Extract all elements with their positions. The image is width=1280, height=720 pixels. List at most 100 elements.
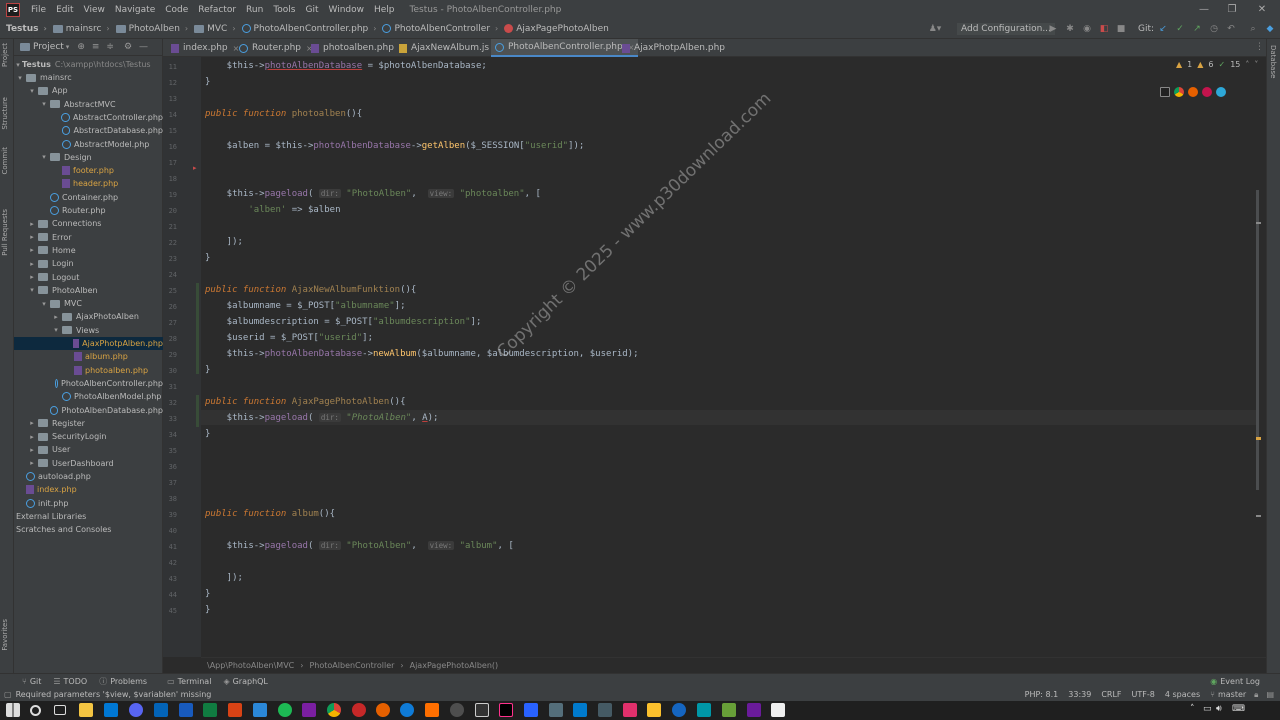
tray-chevron-icon[interactable]: ˄ — [1190, 704, 1195, 714]
tree-item[interactable]: ▾ PhotoAlben — [28, 284, 163, 297]
firefox-icon[interactable] — [1188, 87, 1198, 97]
structure-tool-tab[interactable]: Structure — [1, 97, 9, 130]
mail-icon[interactable] — [104, 703, 118, 717]
user-icon[interactable]: ♟▾ — [926, 22, 944, 36]
menu-git[interactable]: Git — [300, 5, 323, 15]
tree-item[interactable]: ▸ AjaxPhotoAlben — [52, 310, 163, 323]
breadcrumb-class[interactable]: PhotoAlbenController — [309, 661, 394, 670]
memory-indicator-icon[interactable]: ▤ — [1266, 690, 1274, 699]
search-icon[interactable] — [30, 705, 41, 716]
git-tool-button[interactable]: ⑂ Git — [22, 677, 41, 686]
app-icon[interactable] — [623, 703, 637, 717]
chevron-right-icon[interactable]: ▸ — [28, 260, 36, 268]
tree-item[interactable]: autoload.php — [16, 470, 163, 483]
debug-icon[interactable]: ✱ — [1063, 22, 1077, 36]
line-separator[interactable]: CRLF — [1101, 690, 1121, 699]
tree-item[interactable]: ▾ Views — [52, 324, 163, 337]
nav-crumb-mainsrc[interactable]: mainsrc › — [47, 24, 110, 34]
search-icon[interactable]: ⌕ — [1246, 22, 1260, 36]
menu-file[interactable]: File — [26, 5, 51, 15]
chevron-up-icon[interactable]: ˄ — [1245, 60, 1249, 69]
collapse-all-icon[interactable]: ≑ — [106, 42, 114, 52]
commit-tool-tab[interactable]: Commit — [1, 147, 9, 175]
git-commit-icon[interactable]: ✓ — [1173, 22, 1187, 36]
git-branch[interactable]: master — [1218, 690, 1246, 699]
menu-edit[interactable]: Edit — [51, 5, 78, 15]
tree-item[interactable]: ▸ Logout — [28, 271, 163, 284]
menu-navigate[interactable]: Navigate — [110, 5, 160, 15]
minimize-icon[interactable]: — — [1190, 0, 1218, 19]
tree-item[interactable]: PhotoAlbenController.php — [52, 377, 163, 390]
menu-refactor[interactable]: Refactor — [193, 5, 241, 15]
tree-item[interactable]: ▾ AbstractMVC — [40, 98, 163, 111]
app-icon[interactable] — [647, 703, 661, 717]
app-icon[interactable] — [425, 703, 439, 717]
add-configuration-button[interactable]: Add Configuration... — [956, 22, 1056, 36]
app-icon[interactable] — [672, 703, 686, 717]
task-view-icon[interactable] — [54, 705, 66, 715]
app-icon[interactable] — [549, 703, 563, 717]
firefox-icon[interactable] — [376, 703, 390, 717]
nav-crumb-project[interactable]: Testus › — [0, 24, 47, 34]
chevron-right-icon[interactable]: ▸ — [28, 220, 36, 228]
tab-ajaxnewalbum-js[interactable]: AjaxNewAlbum.js× — [395, 39, 505, 57]
file-explorer-icon[interactable] — [79, 703, 93, 717]
tab-ajaxphotpalben-php[interactable]: AjaxPhotpAlben.php — [618, 39, 729, 57]
git-update-icon[interactable]: ↙ — [1156, 22, 1170, 36]
chevron-down-icon[interactable]: ˅ — [1254, 60, 1258, 69]
discord-icon[interactable] — [129, 703, 143, 717]
chevron-right-icon[interactable]: ▸ — [28, 419, 36, 427]
tree-item[interactable]: AbstractController.php — [52, 111, 163, 124]
database-tool-tab[interactable]: Database — [1269, 45, 1277, 78]
nav-crumb-mvc[interactable]: MVC › — [188, 24, 236, 34]
outlook-icon[interactable] — [154, 703, 168, 717]
tree-item[interactable]: Scratches and Consoles — [16, 523, 163, 536]
tree-item[interactable]: init.php — [16, 497, 163, 510]
tree-item[interactable]: ▸ Error — [28, 231, 163, 244]
app-icon[interactable] — [253, 703, 267, 717]
tree-item[interactable]: ▸ Home — [28, 244, 163, 257]
todo-tool-button[interactable]: ☰ TODO — [53, 677, 87, 686]
status-message[interactable]: Required parameters '$view, $variablen' … — [16, 690, 212, 699]
restore-icon[interactable]: ❐ — [1218, 0, 1246, 19]
tree-item[interactable]: ▾ App — [28, 84, 163, 97]
tab-router-php[interactable]: Router.php × — [235, 39, 317, 57]
app-icon[interactable] — [697, 703, 711, 717]
terminal-tool-button[interactable]: ▭ Terminal — [167, 677, 211, 686]
tab-photoalbencontroller-php[interactable]: PhotoAlbenController.php × — [491, 39, 639, 57]
chevron-down-icon[interactable]: ▾ — [28, 286, 36, 294]
tree-item[interactable]: ▾ mainsrc — [16, 71, 163, 84]
tab-menu-icon[interactable]: ⋮ — [1255, 42, 1264, 52]
tab-index-php[interactable]: index.php × — [167, 39, 243, 57]
favorites-tool-tab[interactable]: Favorites — [1, 619, 9, 651]
graphql-tool-button[interactable]: ◈ GraphQL — [223, 677, 267, 686]
start-icon[interactable] — [6, 703, 20, 717]
chevron-right-icon[interactable]: ▸ — [28, 273, 36, 281]
event-log-button[interactable]: ◉ Event Log — [1210, 677, 1260, 686]
app-icon[interactable] — [228, 703, 242, 717]
menu-run[interactable]: Run — [241, 5, 268, 15]
chevron-down-icon[interactable]: ▾ — [16, 74, 24, 82]
tree-item[interactable]: ▾ Design — [40, 151, 163, 164]
menu-tools[interactable]: Tools — [268, 5, 300, 15]
tree-item[interactable]: ▸ Register — [28, 417, 163, 430]
app-icon[interactable] — [598, 703, 612, 717]
breakpoint-icon[interactable]: ▸ — [193, 164, 197, 172]
tree-item[interactable]: ▸ Login — [28, 257, 163, 270]
tree-item[interactable]: AbstractModel.php — [52, 138, 163, 151]
app-icon[interactable] — [524, 703, 538, 717]
problems-tool-button[interactable]: ⓘ Problems — [99, 676, 147, 687]
nav-crumb-class[interactable]: PhotoAlbenController › — [376, 24, 498, 34]
tree-item[interactable]: ▸ SecurityLogin — [28, 430, 163, 443]
tree-item[interactable]: index.php — [16, 483, 163, 496]
tree-item[interactable]: PhotoAlbenModel.php — [52, 390, 163, 403]
chevron-down-icon[interactable]: ▾ — [52, 326, 60, 334]
phpstorm-browser-icon[interactable] — [1160, 87, 1170, 97]
chrome-icon[interactable] — [1174, 87, 1184, 97]
file-encoding[interactable]: UTF-8 — [1132, 690, 1155, 699]
inspection-widget[interactable]: ▲ 1 ▲ 6 ✓ 15 ˄ ˅ — [1176, 60, 1258, 69]
chevron-right-icon[interactable]: ▸ — [28, 459, 36, 467]
history-icon[interactable]: ◷ — [1207, 22, 1221, 36]
tree-item[interactable]: ▸ User — [28, 443, 163, 456]
tree-item[interactable]: ▸ Connections — [28, 217, 163, 230]
